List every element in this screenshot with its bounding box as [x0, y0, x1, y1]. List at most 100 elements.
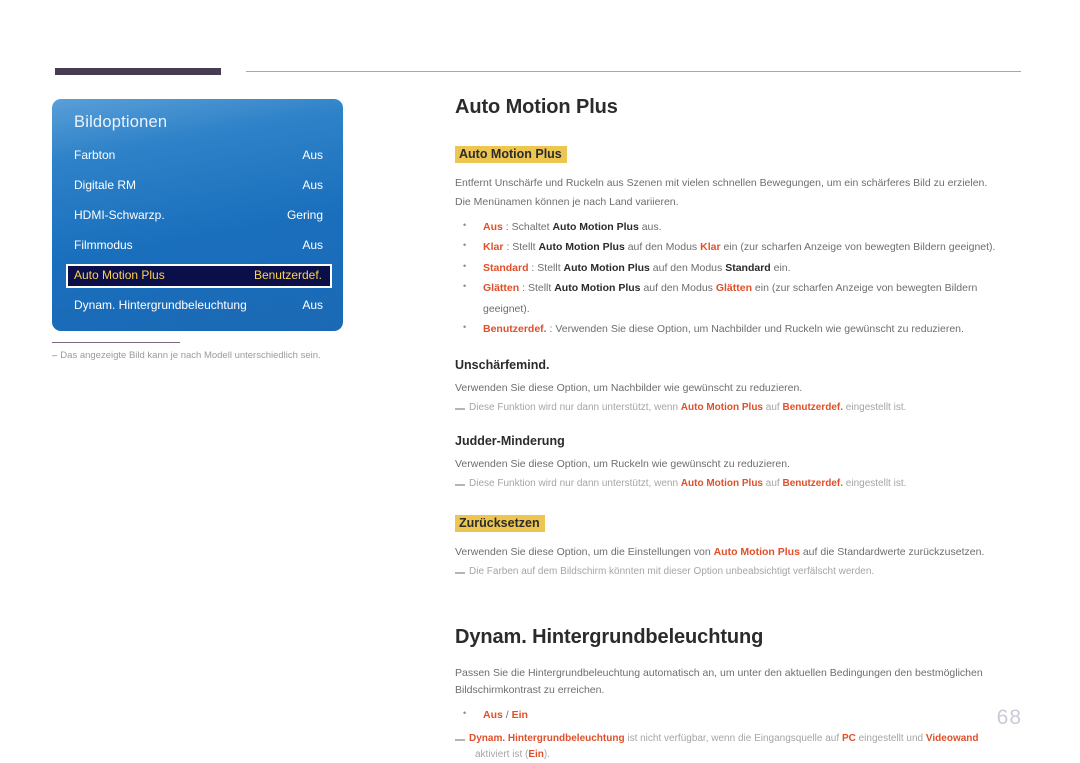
option-inline-term: Auto Motion Plus	[554, 282, 641, 295]
list-item: Glätten : Stellt Auto Motion Plus auf de…	[455, 278, 1021, 319]
option-text-after: ein (zur scharfen Anzeige von bewegten B…	[720, 241, 996, 254]
option-text-after: aus.	[638, 221, 662, 233]
note-term: PC	[841, 733, 856, 745]
osd-row-value: Benutzerdef.	[253, 268, 322, 282]
option-list: Aus : Schaltet Auto Motion Plus aus. Kla…	[455, 217, 1021, 340]
subheading-unschaerfemind: Unschärfemind.	[455, 357, 550, 372]
note-text-before: Diese Funktion wird nur dann unterstützt…	[469, 477, 681, 489]
list-item: Aus : Schaltet Auto Motion Plus aus.	[455, 217, 1021, 237]
osd-row-hdmi-schwarzpegel[interactable]: HDMI-Schwarzp. Gering	[72, 205, 325, 227]
option-name: Aus	[483, 221, 503, 233]
osd-row-value: Gering	[286, 208, 323, 222]
option-text-after: ein.	[770, 261, 791, 274]
option-inline-term: Auto Motion Plus	[563, 261, 650, 274]
option-text-before: Verwenden Sie diese Option, um Nachbilde…	[555, 323, 964, 336]
subheading-auto-motion-plus: Auto Motion Plus	[455, 146, 567, 163]
block-unschaerfemind: Unschärfemind. Verwenden Sie diese Optio…	[455, 358, 1021, 416]
judder-note: Diese Funktion wird nur dann unterstützt…	[455, 476, 1021, 492]
option-separator: :	[528, 261, 538, 274]
osd-caption-dash: –	[52, 350, 58, 361]
note-term: Benutzerdef.	[782, 477, 844, 489]
osd-menu-panel: Bildoptionen Farbton Aus Digitale RM Aus…	[52, 99, 343, 331]
zuruecksetzen-body: Verwenden Sie diese Option, um die Einst…	[455, 544, 1021, 561]
option-text-before: Stellt	[527, 282, 555, 295]
option-name: Glätten	[483, 282, 520, 295]
option-text-before: Stellt	[537, 261, 564, 274]
section-heading-auto-motion-plus: Auto Motion Plus	[455, 96, 618, 118]
body-text-after: auf die Standardwerte zurückzusetzen.	[799, 545, 985, 558]
osd-row-auto-motion-plus-selected[interactable]: Auto Motion Plus Benutzerdef.	[66, 264, 332, 288]
osd-row-value: Aus	[302, 148, 323, 162]
list-item: Klar : Stellt Auto Motion Plus auf den M…	[455, 237, 1021, 257]
body-text-before: Verwenden Sie diese Option, um die Einst…	[455, 545, 714, 558]
dynam-body-line-1: Passen Sie die Hintergrundbeleuchtung au…	[455, 666, 983, 679]
block-judder-minderung: Judder-Minderung Verwenden Sie diese Opt…	[455, 434, 1021, 492]
option-name: Benutzerdef.	[483, 323, 547, 336]
option-text-mid: auf den Modus	[624, 241, 701, 254]
option-text-before: Stellt	[512, 241, 539, 254]
note-line2-before: aktiviert ist (	[475, 749, 529, 761]
option-separator: /	[502, 708, 512, 721]
note-text-mid-1: ist nicht verfügbar, wenn die Eingangsqu…	[624, 733, 842, 745]
list-item: Standard : Stellt Auto Motion Plus auf d…	[455, 258, 1021, 278]
option-text-mid: auf den Modus	[640, 282, 716, 295]
judder-body: Verwenden Sie diese Option, um Ruckeln w…	[455, 457, 791, 470]
note-line2-after: ).	[543, 749, 551, 761]
note-text-mid: auf	[763, 401, 783, 413]
note-text-before: Diese Funktion wird nur dann unterstützt…	[469, 401, 681, 413]
subheading-judder-minderung: Judder-Minderung	[455, 433, 565, 448]
option-separator: :	[502, 221, 512, 233]
osd-row-farbton[interactable]: Farbton Aus	[72, 145, 325, 167]
unschaerfemind-note: Diese Funktion wird nur dann unterstützt…	[455, 400, 1021, 416]
option-text-before: Schaltet	[511, 221, 553, 233]
note-term: Dynam. Hintergrundbeleuchtung	[469, 733, 625, 745]
osd-row-label: Digitale RM	[74, 178, 137, 192]
intro-paragraph-line-1: Entfernt Unschärfe und Ruckeln aus Szene…	[455, 177, 988, 189]
intro-paragraph-line-2: Die Menünamen können je nach Land variie…	[455, 196, 679, 208]
block-dynam-hintergrundbeleuchtung: Passen Sie die Hintergrundbeleuchtung au…	[455, 665, 1021, 763]
osd-row-filmmodus[interactable]: Filmmodus Aus	[72, 235, 325, 257]
note-text-after: eingestellt ist.	[843, 401, 907, 413]
header-divider-line	[246, 71, 1021, 72]
block-zuruecksetzen: Zurücksetzen Verwenden Sie diese Option,…	[455, 514, 1021, 580]
osd-row-value: Aus	[302, 178, 323, 192]
osd-row-label: HDMI-Schwarzp.	[74, 208, 165, 222]
osd-row-value: Aus	[302, 238, 323, 252]
unschaerfemind-body: Verwenden Sie diese Option, um Nachbilde…	[455, 381, 803, 394]
osd-row-label: Farbton	[74, 148, 116, 162]
note-term: Auto Motion Plus	[680, 401, 763, 413]
page-header-rule	[0, 62, 1080, 76]
option-aus: Aus	[483, 708, 503, 721]
osd-row-digitale-rm[interactable]: Digitale RM Aus	[72, 175, 325, 197]
osd-row-label: Auto Motion Plus	[74, 268, 165, 282]
option-mode: Klar	[700, 241, 721, 254]
option-separator: :	[519, 282, 528, 295]
osd-panel-title: Bildoptionen	[74, 113, 168, 131]
osd-row-label: Filmmodus	[74, 238, 133, 252]
zuruecksetzen-note: Die Farben auf dem Bildschirm könnten mi…	[455, 564, 1021, 580]
osd-caption-divider	[52, 342, 180, 343]
osd-row-value: Aus	[302, 298, 323, 312]
dynam-note-line-2: aktiviert ist (Ein).	[469, 747, 1021, 763]
section-heading-dynam-hintergrundbeleuchtung: Dynam. Hintergrundbeleuchtung	[455, 625, 764, 648]
subheading-zuruecksetzen: Zurücksetzen	[455, 514, 545, 532]
option-ein: Ein	[511, 708, 528, 721]
osd-caption: – Das angezeigte Bild kann je nach Modell…	[52, 350, 352, 361]
note-text-mid-2: eingestellt und	[855, 733, 926, 745]
note-text-after: eingestellt ist.	[843, 477, 907, 489]
dynam-body-line-2: Bildschirmkontrast zu erreichen.	[455, 683, 605, 696]
option-mode: Glätten	[715, 282, 753, 295]
note-term: Videowand	[925, 733, 979, 745]
option-separator: :	[503, 241, 513, 254]
note-term: Ein	[528, 749, 544, 761]
note-term: Benutzerdef.	[782, 401, 844, 413]
note-text-mid: auf	[763, 477, 783, 489]
option-inline-term: Auto Motion Plus	[538, 241, 625, 254]
osd-row-dynam-hintergrundbeleuchtung[interactable]: Dynam. Hintergrundbeleuchtung Aus	[72, 295, 325, 317]
dynam-note: Dynam. Hintergrundbeleuchtung ist nicht …	[455, 731, 1021, 763]
option-text-mid: auf den Modus	[649, 261, 726, 274]
page-number: 68	[996, 706, 1022, 729]
option-name: Klar	[483, 241, 504, 254]
list-item: Benutzerdef. : Verwenden Sie diese Optio…	[455, 319, 1021, 339]
option-mode: Standard	[725, 261, 771, 274]
